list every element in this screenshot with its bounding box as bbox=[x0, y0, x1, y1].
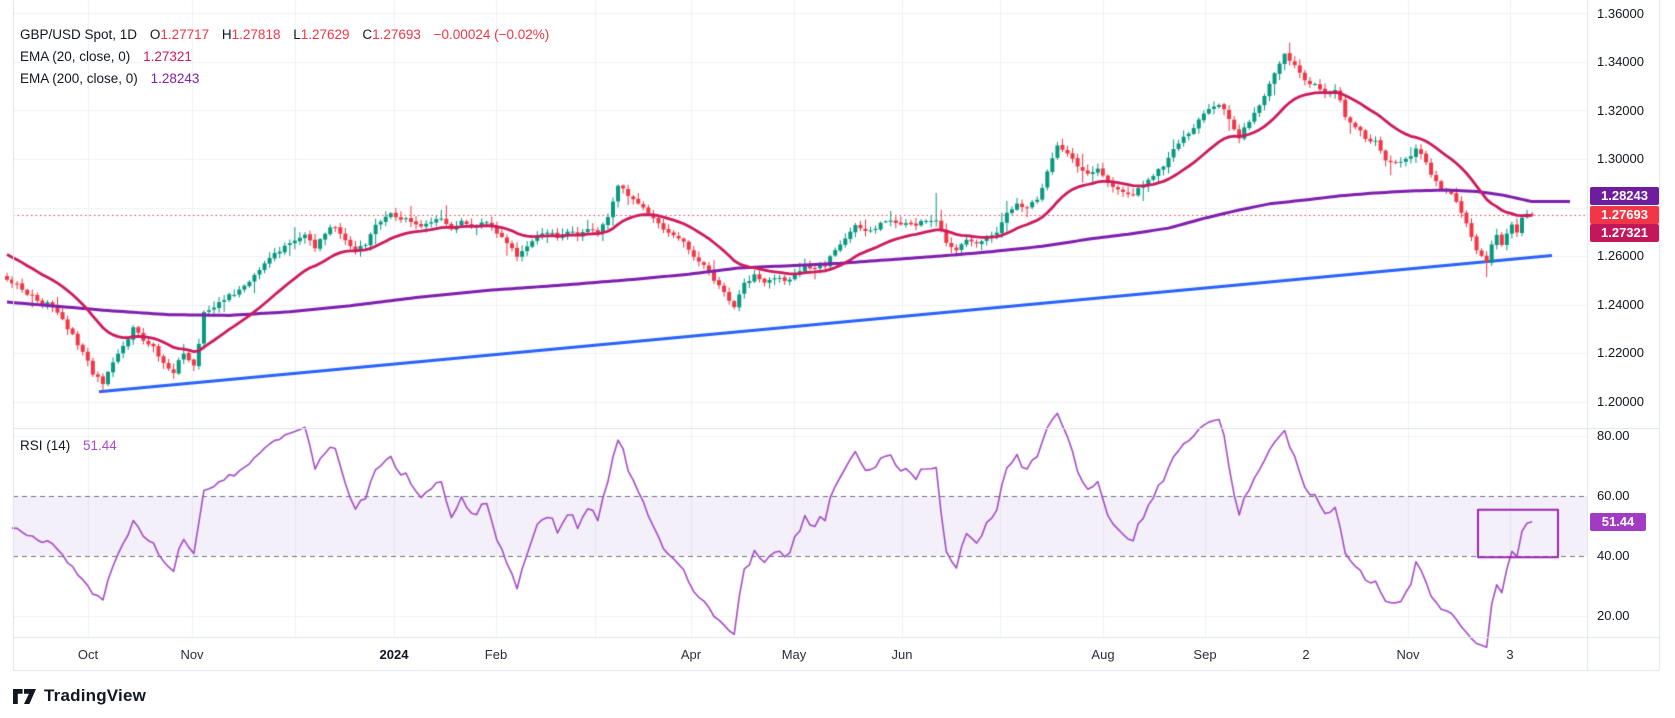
tradingview-logo[interactable]: TradingView bbox=[13, 682, 146, 710]
ema20-price-badge: 1.27321 bbox=[1590, 224, 1659, 243]
ema200-value: 1.28243 bbox=[150, 71, 200, 86]
price-axis-label: 1.26000 bbox=[1597, 248, 1644, 263]
last-price-badge: 1.27693 bbox=[1590, 205, 1659, 224]
rsi-axis-label: 80.00 bbox=[1597, 428, 1630, 443]
low-value: 1.27629 bbox=[300, 27, 350, 42]
rsi-axis-label: 60.00 bbox=[1597, 488, 1630, 503]
low-label: L bbox=[293, 27, 301, 42]
tradingview-brand-text: TradingView bbox=[44, 686, 147, 705]
ema20-value: 1.27321 bbox=[143, 49, 192, 64]
close-value: 1.27693 bbox=[372, 27, 421, 42]
price-axis-label: 1.22000 bbox=[1597, 345, 1644, 360]
rsi-value: 51.44 bbox=[83, 438, 117, 453]
ema200-label: EMA (200, close, 0) bbox=[20, 71, 138, 86]
time-axis-label: 2 bbox=[1302, 647, 1310, 662]
time-axis-label: Aug bbox=[1091, 647, 1115, 662]
time-axis-label: Apr bbox=[680, 647, 702, 662]
price-axis-label: 1.20000 bbox=[1597, 393, 1644, 409]
chart-widget: GBP/USD Spot, 1D O1.27717 H1.27818 L1.27… bbox=[0, 0, 1675, 718]
high-label: H bbox=[221, 27, 232, 42]
rsi-axis-label: 20.00 bbox=[1597, 608, 1630, 623]
symbol-title: GBP/USD Spot, 1D bbox=[20, 27, 138, 42]
time-axis-label: 2024 bbox=[379, 647, 409, 662]
tradingview-logo-icon bbox=[13, 688, 36, 704]
ema200-price-badge: 1.28243 bbox=[1590, 187, 1659, 206]
time-axis-label: Sep bbox=[1193, 647, 1217, 662]
high-value: 1.27818 bbox=[231, 27, 281, 42]
ema20-legend-row[interactable]: EMA (20, close, 0) 1.27321 bbox=[20, 49, 192, 64]
time-axis-label: Jun bbox=[891, 647, 913, 662]
rsi-label: RSI (14) bbox=[20, 438, 71, 453]
time-axis-label: Oct bbox=[77, 647, 99, 662]
price-axis-label: 1.32000 bbox=[1597, 102, 1644, 118]
ema200-legend-row[interactable]: EMA (200, close, 0) 1.28243 bbox=[20, 71, 199, 86]
open-label: O bbox=[149, 27, 161, 42]
price-axis-label: 1.24000 bbox=[1597, 296, 1644, 312]
symbol-legend-row[interactable]: GBP/USD Spot, 1D O1.27717 H1.27818 L1.27… bbox=[20, 27, 549, 42]
rsi-legend-row[interactable]: RSI (14) 51.44 bbox=[20, 438, 117, 453]
close-label: C bbox=[362, 27, 373, 42]
price-axis-label: 1.34000 bbox=[1597, 54, 1644, 69]
change-value: −0.00024 (−0.02%) bbox=[433, 27, 550, 42]
ema20-label: EMA (20, close, 0) bbox=[20, 49, 131, 64]
price-axis-label: 1.36000 bbox=[1597, 5, 1644, 21]
time-axis-label: Nov bbox=[1396, 647, 1420, 662]
time-axis-label: Nov bbox=[180, 647, 204, 662]
open-value: 1.27717 bbox=[160, 27, 210, 42]
chart-canvas[interactable] bbox=[0, 0, 1675, 718]
time-axis-label: 3 bbox=[1506, 647, 1514, 662]
price-axis-label: 1.30000 bbox=[1597, 151, 1644, 166]
time-axis-label: Feb bbox=[484, 647, 508, 662]
rsi-axis-label: 40.00 bbox=[1597, 548, 1630, 563]
time-axis-label: May bbox=[781, 647, 807, 662]
rsi-value-badge: 51.44 bbox=[1590, 512, 1646, 531]
